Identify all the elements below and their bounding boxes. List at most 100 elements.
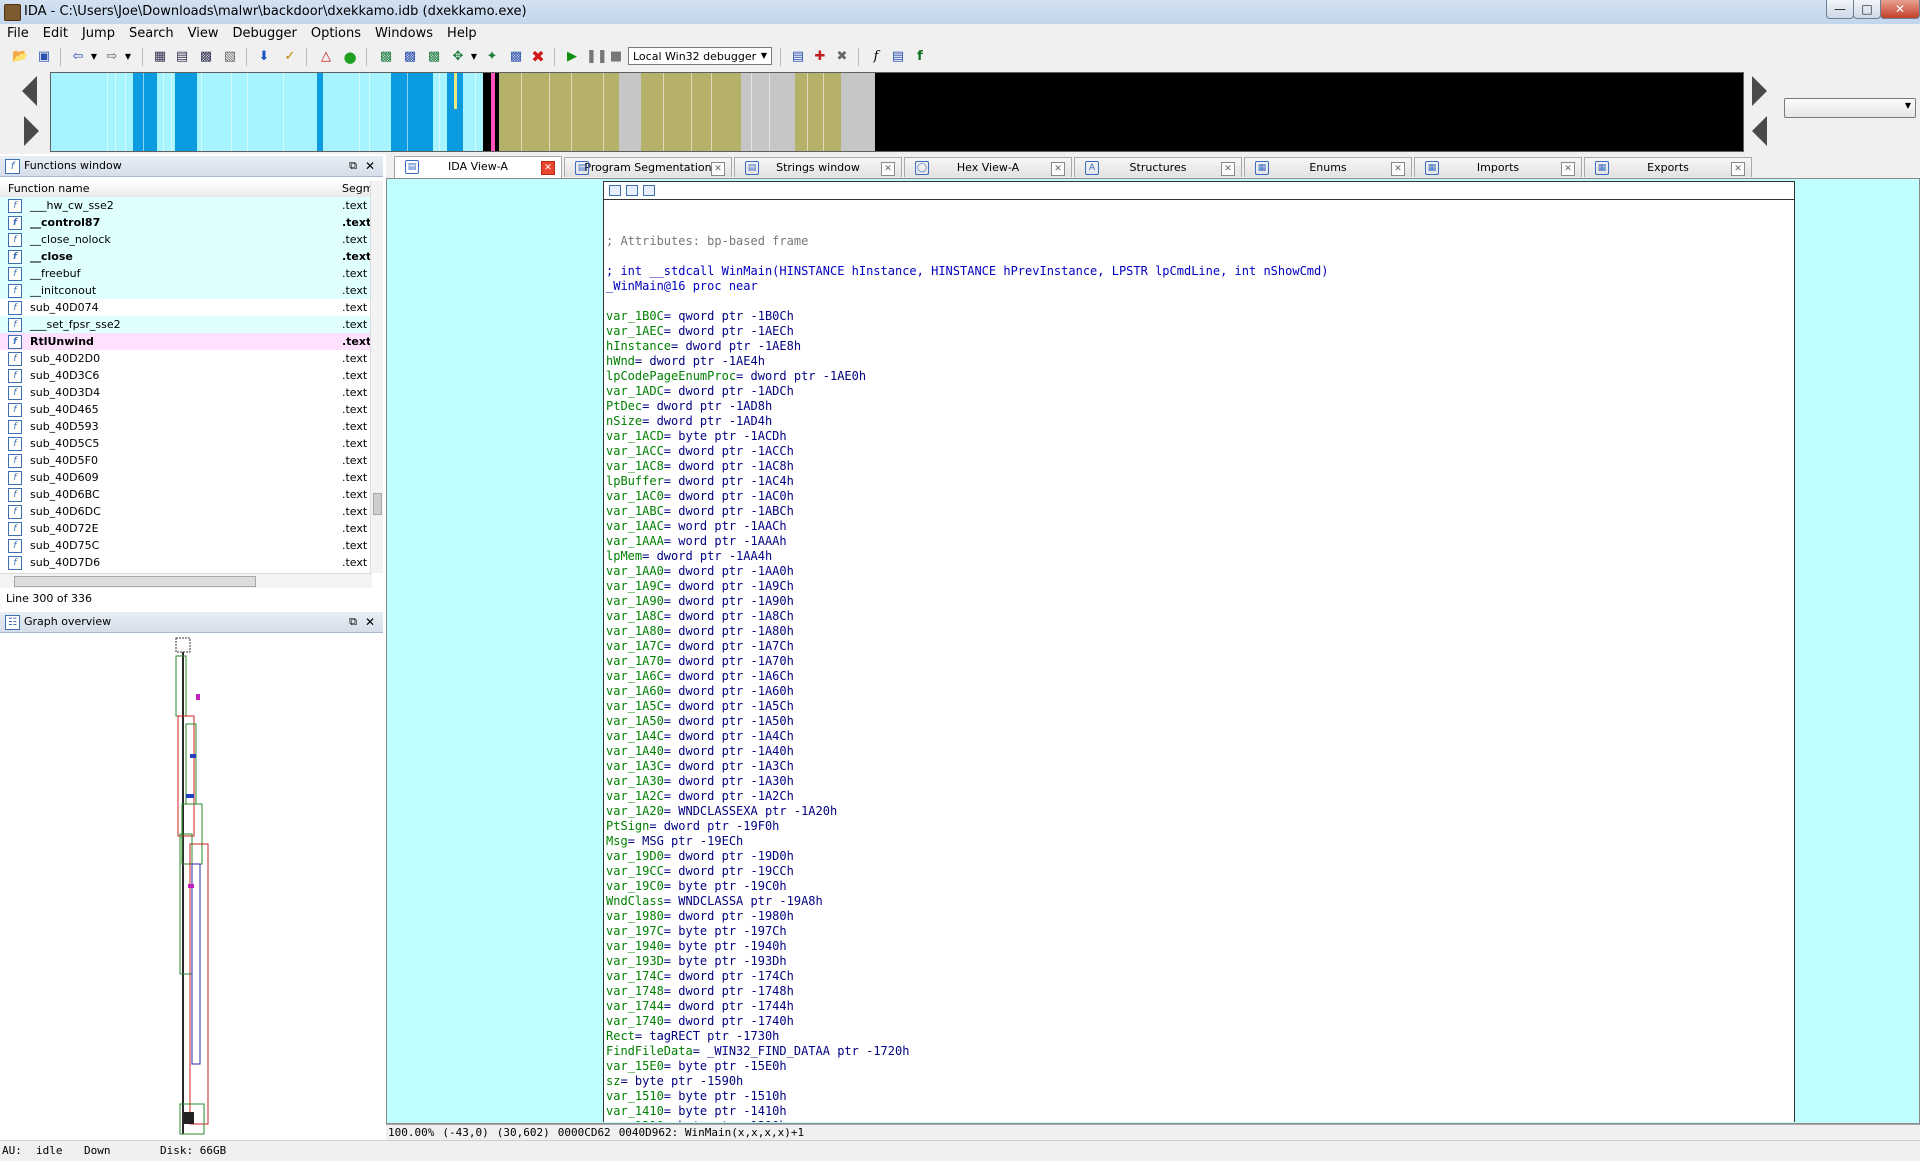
stack-variable-name[interactable]: var_1410 — [606, 1104, 664, 1118]
maximize-button[interactable]: □ — [1853, 0, 1881, 19]
menu-view[interactable]: View — [181, 24, 226, 41]
nav-left-arrow-icon[interactable] — [22, 76, 37, 106]
stack-variable-name[interactable]: var_1A2C — [606, 789, 664, 803]
close-panel-icon[interactable]: ✕ — [365, 156, 375, 176]
function-row[interactable]: f sub_40D72E .text — [0, 520, 372, 537]
binary-search-icon[interactable]: ▦ — [152, 49, 168, 65]
stack-variable-name[interactable]: var_1744 — [606, 999, 664, 1013]
stack-variable-line[interactable]: var_1ADC= dword ptr -1ADCh — [606, 384, 1328, 399]
stack-variable-name[interactable]: var_1AC8 — [606, 459, 664, 473]
stack-variable-line[interactable]: PtSign= dword ptr -19F0h — [606, 819, 1328, 834]
stack-variable-name[interactable]: var_1ACC — [606, 444, 664, 458]
stack-variable-line[interactable]: var_1510= byte ptr -1510h — [606, 1089, 1328, 1104]
restore-icon[interactable]: ⧉ — [349, 612, 357, 632]
stack-variable-name[interactable]: var_1310 — [606, 1119, 664, 1122]
stack-variable-line[interactable]: var_1A70= dword ptr -1A70h — [606, 654, 1328, 669]
stack-variable-name[interactable]: var_1A7C — [606, 639, 664, 653]
stack-variable-line[interactable]: var_1AAA= word ptr -1AAAh — [606, 534, 1328, 549]
menu-help[interactable]: Help — [440, 24, 484, 41]
function-row[interactable]: f sub_40D5C5 .text — [0, 435, 372, 452]
pause-debug-icon[interactable]: ❚❚ — [586, 49, 608, 65]
proximity-icon[interactable]: ● — [342, 49, 358, 65]
stack-variable-name[interactable]: var_1AC0 — [606, 489, 664, 503]
stack-variable-name[interactable]: WndClass — [606, 894, 664, 908]
stack-variable-name[interactable]: var_1A4C — [606, 729, 664, 743]
stack-variable-line[interactable]: var_1ABC= dword ptr -1ABCh — [606, 504, 1328, 519]
stack-variable-line[interactable]: var_174C= dword ptr -174Ch — [606, 969, 1328, 984]
stack-variable-line[interactable]: PtDec= dword ptr -1AD8h — [606, 399, 1328, 414]
back-icon[interactable]: ⇦ — [70, 49, 86, 65]
stack-variable-name[interactable]: lpCodePageEnumProc — [606, 369, 736, 383]
stack-variable-line[interactable]: var_1ACC= dword ptr -1ACCh — [606, 444, 1328, 459]
stack-variable-name[interactable]: Msg — [606, 834, 628, 848]
col-segment[interactable]: Segm — [342, 181, 373, 197]
function-row[interactable]: f sub_40D6BC .text — [0, 486, 372, 503]
immediate-search-icon[interactable]: ▩ — [198, 49, 214, 65]
stack-variable-line[interactable]: var_1A8C= dword ptr -1A8Ch — [606, 609, 1328, 624]
function-row[interactable]: f sub_40D7D6 .text — [0, 554, 372, 571]
stack-variable-line[interactable]: var_193D= byte ptr -193Dh — [606, 954, 1328, 969]
stack-variable-name[interactable]: var_174C — [606, 969, 664, 983]
forward-dropdown-icon[interactable]: ▼ — [120, 49, 136, 65]
stack-variable-line[interactable]: FindFileData= _WIN32_FIND_DATAA ptr -172… — [606, 1044, 1328, 1059]
text-search-icon[interactable]: ▤ — [174, 49, 190, 65]
tab-enums[interactable]: ▦ Enums ✕ — [1244, 157, 1412, 177]
tab-ida-view-a[interactable]: ▤ IDA View-A ✕ — [394, 156, 562, 178]
stack-variable-name[interactable]: var_1A3C — [606, 759, 664, 773]
graph-view-icon[interactable]: △ — [318, 49, 334, 65]
stack-variable-name[interactable]: var_1ADC — [606, 384, 664, 398]
menu-windows[interactable]: Windows — [368, 24, 440, 41]
stack-variable-name[interactable]: hInstance — [606, 339, 671, 353]
breakpoint-add-icon[interactable]: ✚ — [812, 49, 828, 65]
stack-variable-line[interactable]: var_1AEC= dword ptr -1AECh — [606, 324, 1328, 339]
stack-variable-line[interactable]: var_1A2C= dword ptr -1A2Ch — [606, 789, 1328, 804]
functions-icon[interactable]: ▤ — [790, 49, 806, 65]
function-row[interactable]: f sub_40D75C .text — [0, 537, 372, 554]
stack-variable-name[interactable]: var_1AEC — [606, 324, 664, 338]
stack-variable-name[interactable]: lpBuffer — [606, 474, 664, 488]
function-row[interactable]: f ___hw_cw_sse2 .text — [0, 197, 372, 214]
stack-variable-line[interactable]: sz= byte ptr -1590h — [606, 1074, 1328, 1089]
stack-variable-line[interactable]: var_1980= dword ptr -1980h — [606, 909, 1328, 924]
stack-variable-name[interactable]: var_1AAC — [606, 519, 664, 533]
group-node-icon[interactable] — [626, 185, 638, 196]
debugger-select[interactable]: Local Win32 debugger ▼ — [628, 47, 772, 65]
stack-variable-line[interactable]: var_1744= dword ptr -1744h — [606, 999, 1328, 1014]
stack-variable-line[interactable]: var_1A60= dword ptr -1A60h — [606, 684, 1328, 699]
close-tab-icon[interactable]: ✕ — [1051, 162, 1065, 176]
stop-debug-icon[interactable]: ■ — [608, 49, 624, 65]
stack-variable-line[interactable]: var_1740= dword ptr -1740h — [606, 1014, 1328, 1029]
menu-edit[interactable]: Edit — [36, 24, 75, 41]
stack-variable-line[interactable]: lpCodePageEnumProc= dword ptr -1AE0h — [606, 369, 1328, 384]
stack-variable-name[interactable]: hWnd — [606, 354, 635, 368]
close-tab-icon[interactable]: ✕ — [541, 161, 555, 175]
stack-variable-line[interactable]: Rect= tagRECT ptr -1730h — [606, 1029, 1328, 1044]
function-icon[interactable]: f — [868, 49, 884, 65]
stack-variable-name[interactable]: var_1A40 — [606, 744, 664, 758]
stack-variable-name[interactable]: PtDec — [606, 399, 642, 413]
stack-variable-line[interactable]: var_1AC0= dword ptr -1AC0h — [606, 489, 1328, 504]
navigation-strip[interactable] — [50, 72, 1744, 152]
scroll-thumb[interactable] — [373, 493, 382, 515]
delete-icon[interactable]: ✖ — [530, 49, 546, 65]
menu-jump[interactable]: Jump — [75, 24, 122, 41]
tab-structures[interactable]: A Structures ✕ — [1074, 157, 1242, 177]
stack-variable-line[interactable]: var_1A80= dword ptr -1A80h — [606, 624, 1328, 639]
col-function-name[interactable]: Function name — [8, 181, 89, 197]
stack-variable-name[interactable]: lpMem — [606, 549, 642, 563]
stack-variable-name[interactable]: var_1940 — [606, 939, 664, 953]
nav-right-arrow-icon[interactable] — [24, 116, 39, 146]
function-row[interactable]: f sub_40D609 .text — [0, 469, 372, 486]
tab-program-segmentation[interactable]: ▤ Program Segmentation ✕ — [564, 157, 732, 177]
stack-variable-name[interactable]: var_1A9C — [606, 579, 664, 593]
stack-variable-name[interactable]: var_1A80 — [606, 624, 664, 638]
add-struct-icon[interactable]: ▩ — [426, 49, 442, 65]
stack-variable-name[interactable]: var_1A5C — [606, 699, 664, 713]
stack-variable-line[interactable]: nSize= dword ptr -1AD4h — [606, 414, 1328, 429]
stack-variable-line[interactable]: var_19D0= dword ptr -19D0h — [606, 849, 1328, 864]
stack-variable-name[interactable]: var_1740 — [606, 1014, 664, 1028]
close-tab-icon[interactable]: ✕ — [1221, 162, 1235, 176]
restore-icon[interactable]: ⧉ — [349, 156, 357, 176]
stack-variable-name[interactable]: var_1A90 — [606, 594, 664, 608]
close-tab-icon[interactable]: ✕ — [1391, 162, 1405, 176]
